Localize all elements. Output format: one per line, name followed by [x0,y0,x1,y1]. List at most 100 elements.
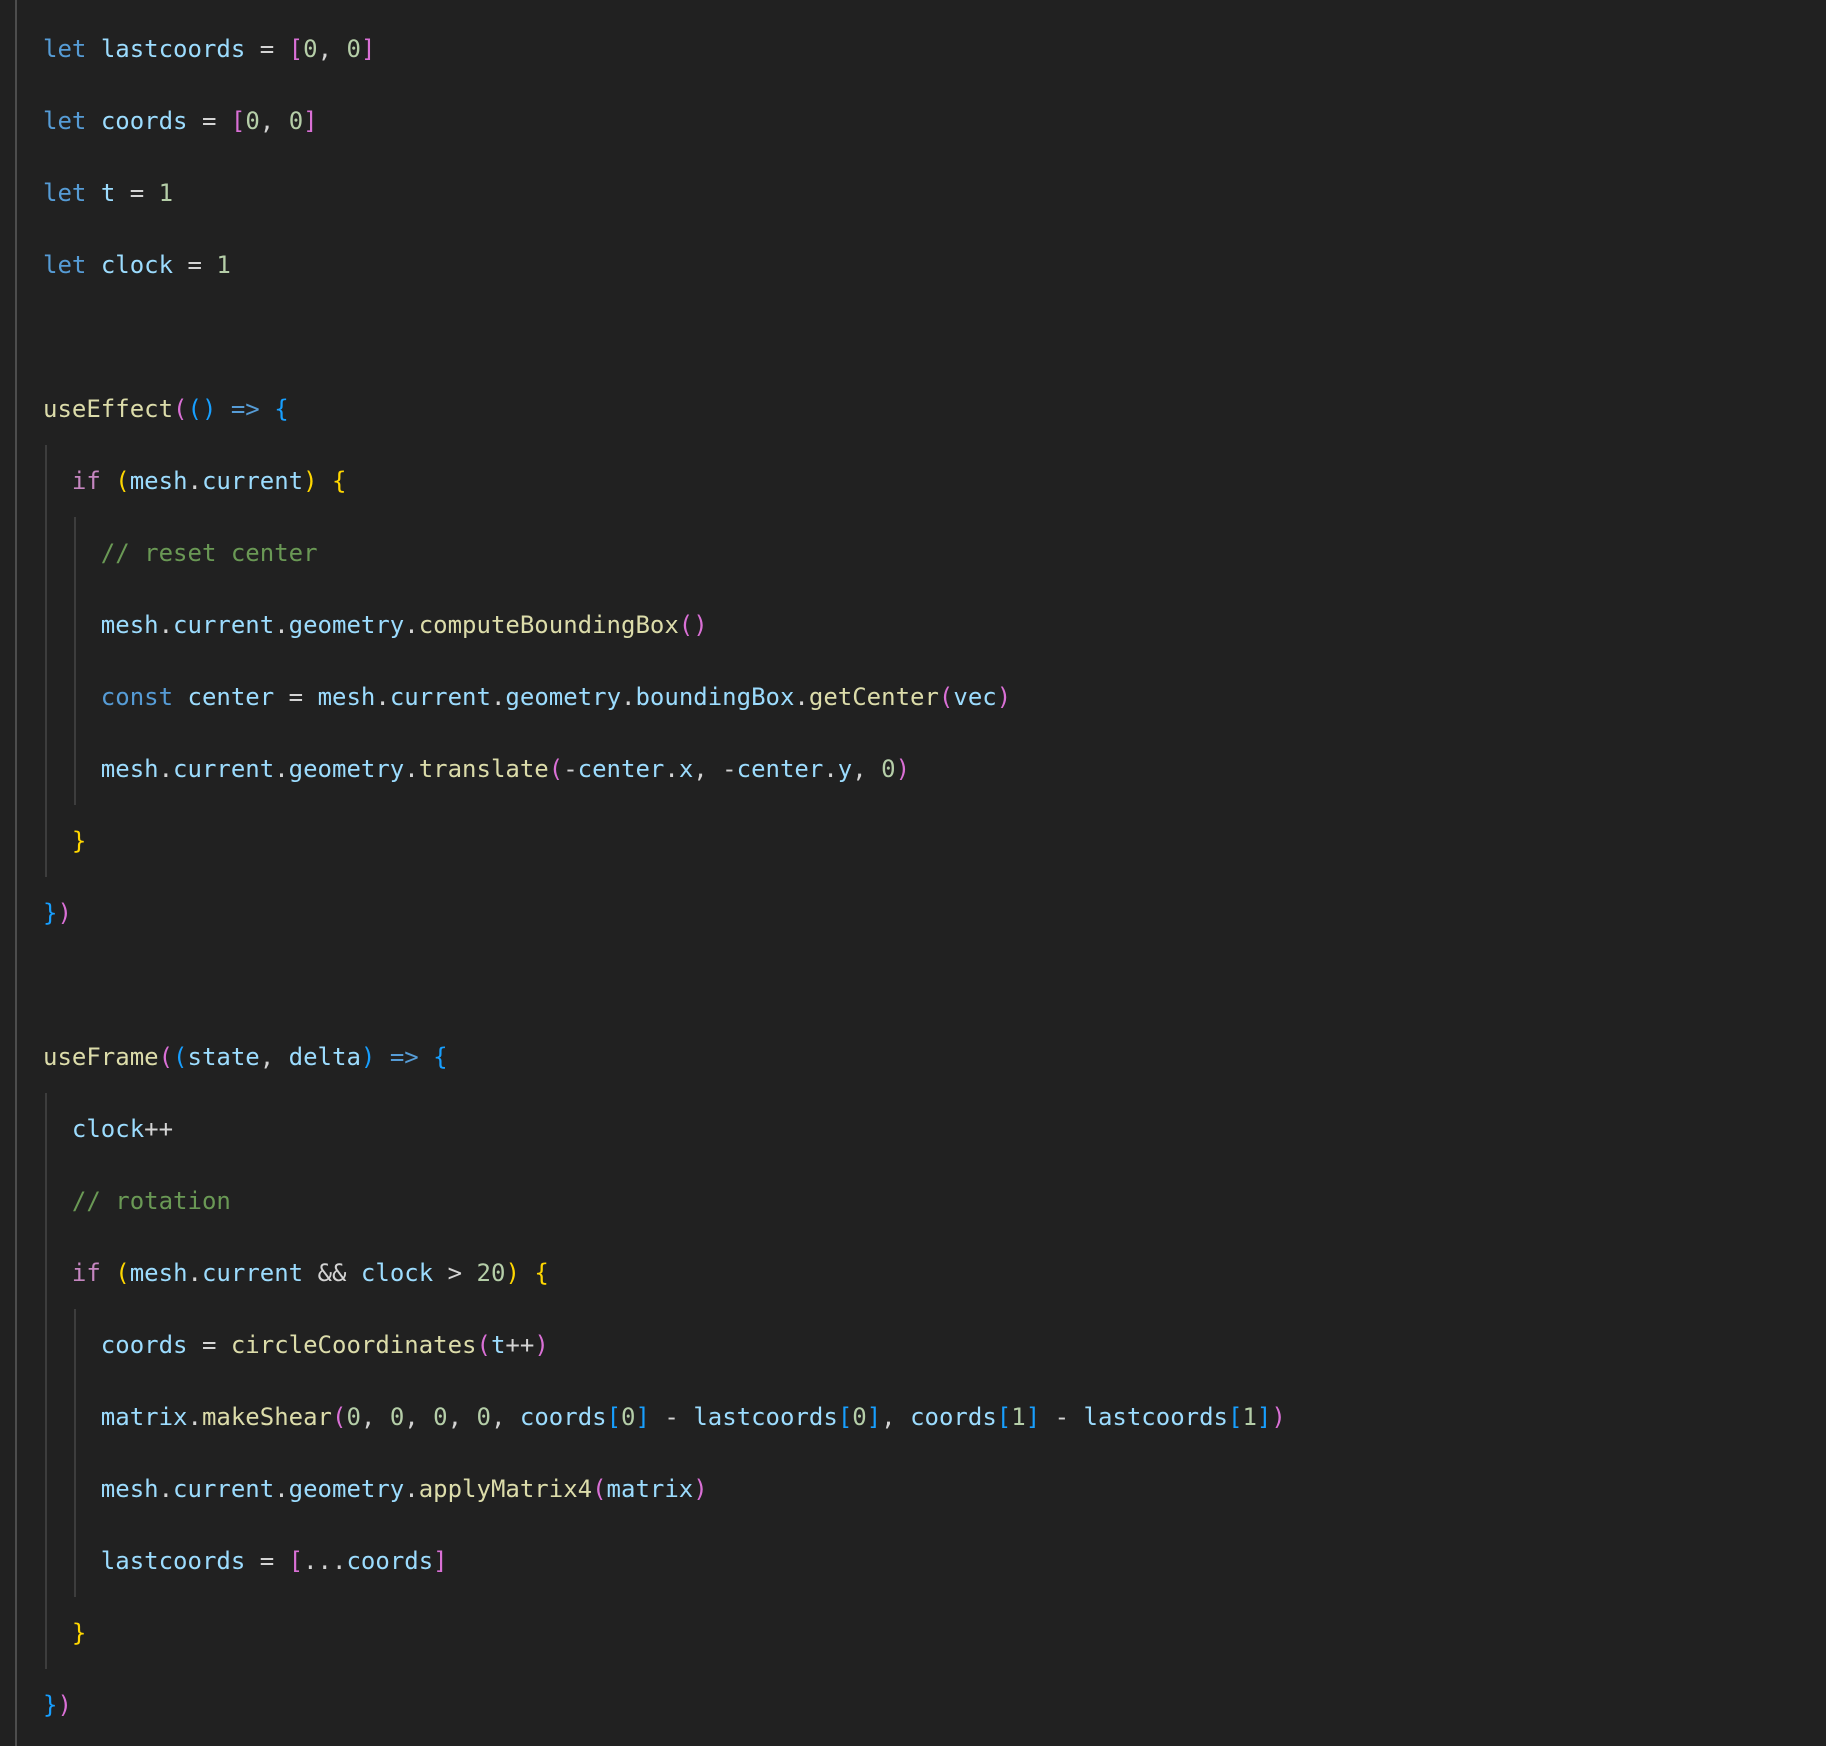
code-token: > [433,1259,476,1287]
code-token: 0 [852,1403,866,1431]
code-token: ] [1026,1403,1040,1431]
code-line: let t = 1 [43,157,1826,229]
code-token: . [375,683,389,711]
code-token: clock [101,251,173,279]
code-token: lastcoords [101,35,246,63]
code-token: center [188,683,275,711]
code-token [375,1043,389,1071]
code-token: . [404,611,418,639]
code-token: current [202,1259,303,1287]
code-token: 0 [346,35,360,63]
code-token: } [72,827,86,855]
code-token: 0 [245,107,259,135]
code-token: delta [289,1043,361,1071]
code-token: [ [289,35,303,63]
code-token: () [188,395,217,423]
code-token: ] [433,1547,447,1575]
code-token: geometry [289,611,405,639]
code-token: mesh [101,755,159,783]
code-token: 0 [477,1403,491,1431]
code-line: } [43,1597,1826,1669]
code-token: ( [332,1403,346,1431]
code-token: ... [303,1547,346,1575]
code-token: ) [505,1259,519,1287]
code-token: 1 [159,179,173,207]
code-line: let clock = 1 [43,229,1826,301]
code-token: ( [115,467,129,495]
code-token: . [491,683,505,711]
code-token: 0 [303,35,317,63]
code-token: 1 [1011,1403,1025,1431]
code-token: } [43,899,57,927]
code-token: - [650,1403,693,1431]
code-token [520,1259,534,1287]
code-token: [ [607,1403,621,1431]
code-token: - [722,755,736,783]
code-token: useFrame [43,1043,159,1071]
code-token: current [202,467,303,495]
code-token: applyMatrix4 [419,1475,592,1503]
code-token: useEffect [43,395,173,423]
code-token [260,395,274,423]
code-token: . [621,683,635,711]
code-token: translate [419,755,549,783]
code-token: 0 [390,1403,404,1431]
code-token: = [274,683,317,711]
code-token: [ [231,107,245,135]
code-token [43,467,72,495]
code-token: ( [115,1259,129,1287]
code-token: center [737,755,824,783]
code-token: , [881,1403,910,1431]
code-token [43,827,72,855]
code-token: . [274,755,288,783]
code-token: ] [303,107,317,135]
code-token: mesh [101,1475,159,1503]
code-token: coords [910,1403,997,1431]
code-token: , [260,107,289,135]
code-token [173,683,187,711]
code-token: . [404,755,418,783]
code-token: . [823,755,837,783]
code-token: boundingBox [635,683,794,711]
code-token: coords [101,107,188,135]
code-line: }) [43,1669,1826,1741]
code-token [43,1115,72,1143]
code-token: = [188,1331,231,1359]
code-token: coords [346,1547,433,1575]
code-token: } [43,1691,57,1719]
code-token: current [390,683,491,711]
code-token: // reset center [101,539,318,567]
code-token: ] [361,35,375,63]
code-token: . [159,755,173,783]
code-token [43,1403,101,1431]
code-token: () [679,611,708,639]
code-token: 0 [289,107,303,135]
code-token [43,1259,72,1287]
code-token: geometry [289,755,405,783]
code-token: = [173,251,216,279]
code-line: const center = mesh.current.geometry.bou… [43,661,1826,733]
code-line: useEffect(() => { [43,373,1826,445]
code-token: . [159,1475,173,1503]
code-token: , [693,755,722,783]
code-area[interactable]: let lastcoords = [0, 0]let coords = [0, … [43,13,1826,1741]
code-token: 0 [346,1403,360,1431]
code-token: lastcoords [101,1547,246,1575]
code-token [86,179,100,207]
code-token: = [245,35,288,63]
code-token: . [188,1403,202,1431]
code-token: computeBoundingBox [419,611,679,639]
code-token: . [274,611,288,639]
code-token: 0 [433,1403,447,1431]
code-token: . [159,611,173,639]
code-token: 1 [216,251,230,279]
code-token: . [188,1259,202,1287]
code-token [43,755,101,783]
code-line: if (mesh.current && clock > 20) { [43,1237,1826,1309]
code-token [43,539,101,567]
code-line: mesh.current.geometry.computeBoundingBox… [43,589,1826,661]
code-token: , [404,1403,433,1431]
code-line: let lastcoords = [0, 0] [43,13,1826,85]
code-token: let [43,35,86,63]
code-editor[interactable]: let lastcoords = [0, 0]let coords = [0, … [0,0,1826,1746]
